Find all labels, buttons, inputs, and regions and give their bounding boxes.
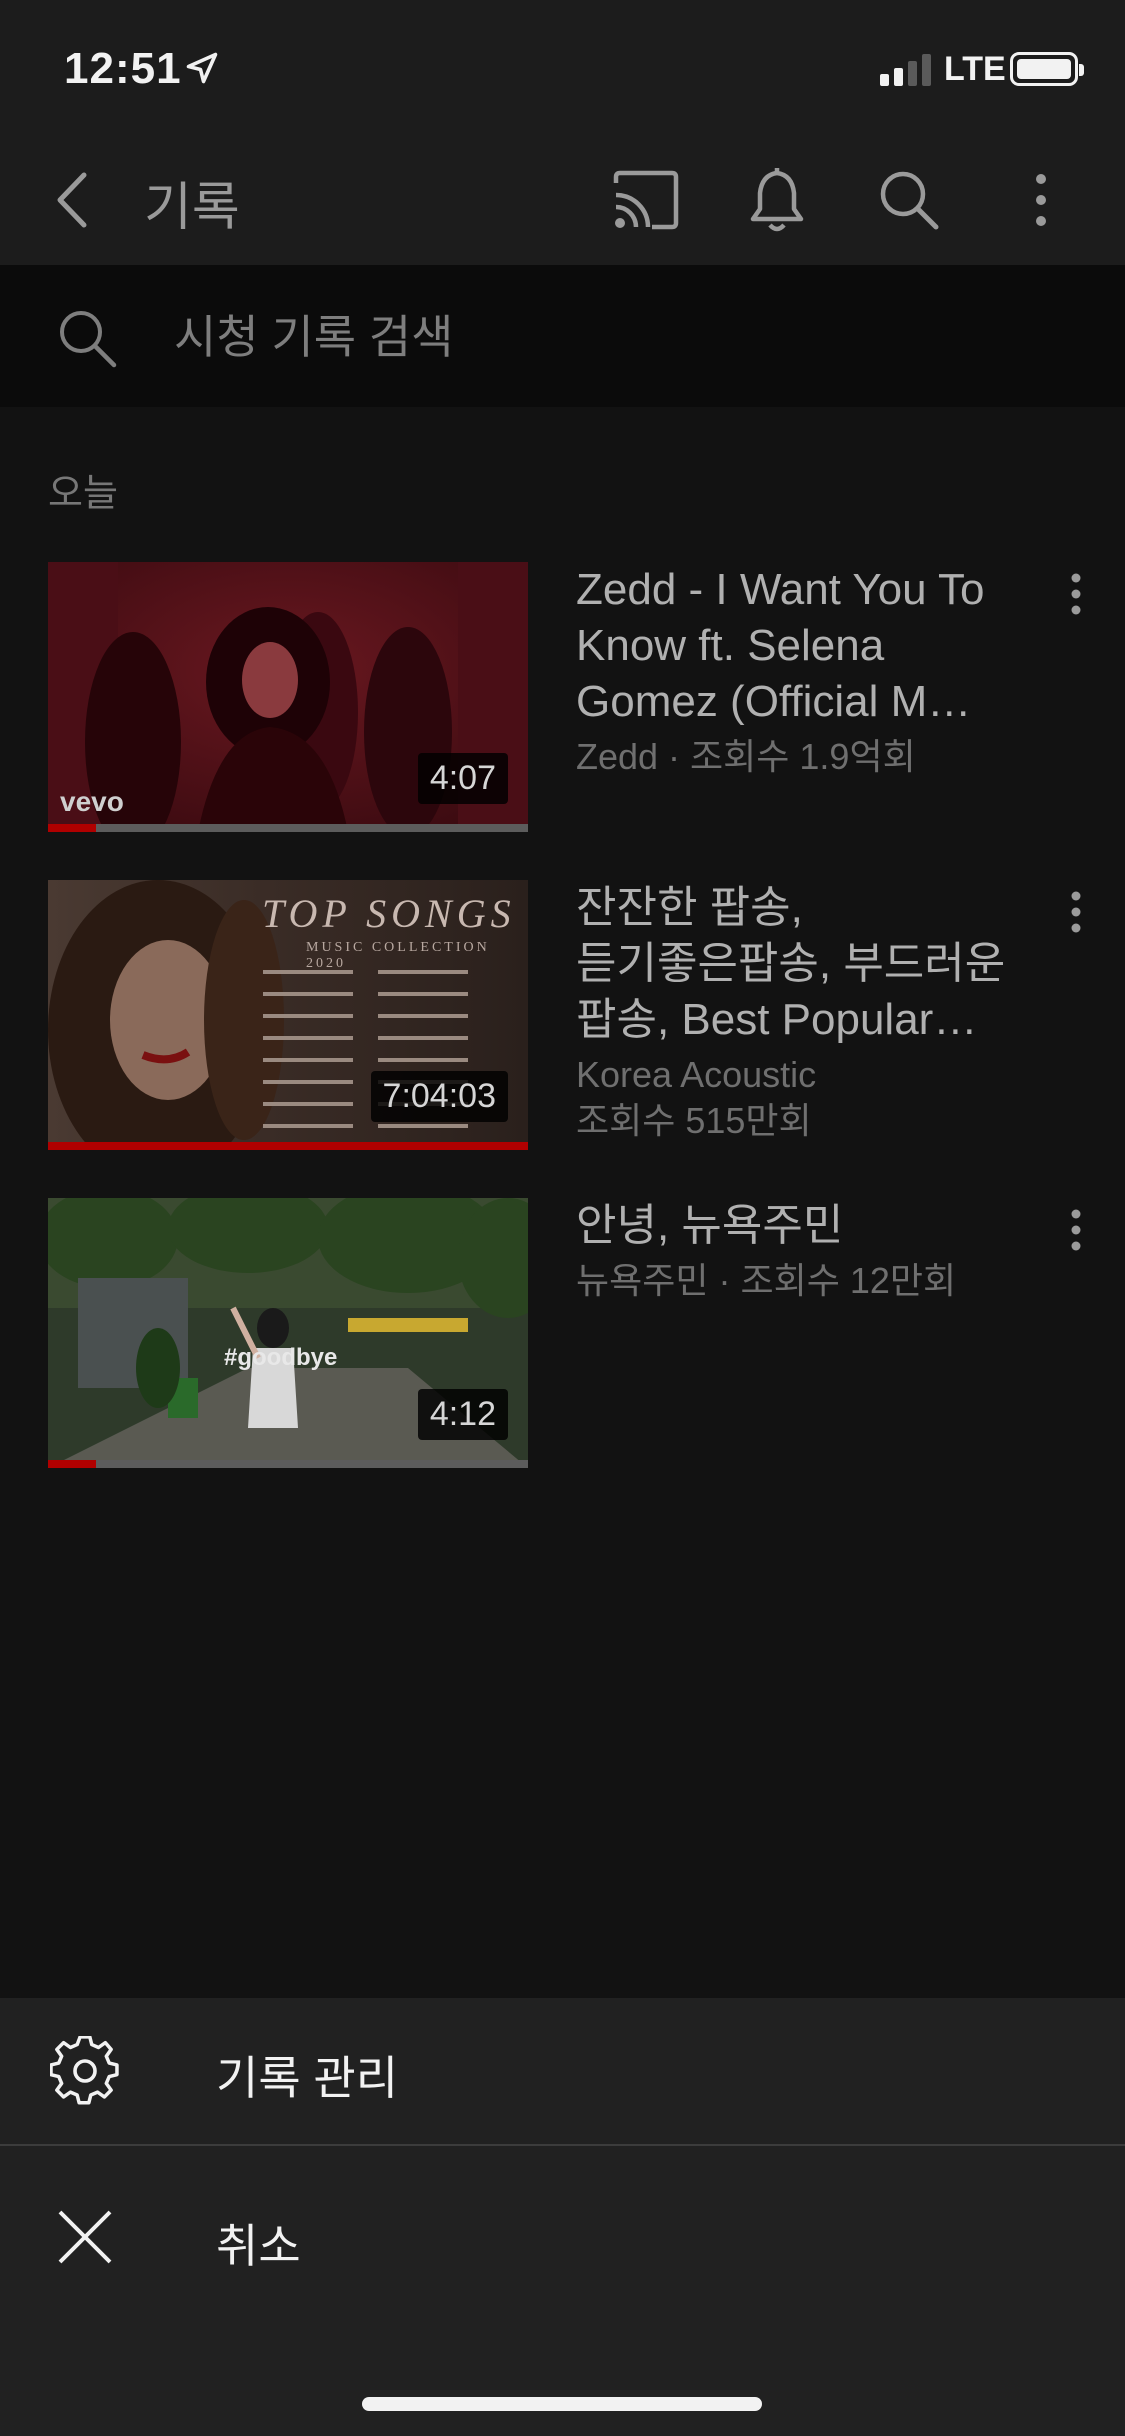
cancel-button[interactable]: 취소 [0, 2146, 1125, 2312]
video-thumbnail[interactable]: vevo 4:07 [48, 562, 528, 832]
app-bar: 기록 [0, 135, 1125, 265]
history-video-item[interactable]: vevo 4:07 Zedd - I Want You To Know ft. … [0, 562, 1125, 834]
status-bar: 12:51 LTE [0, 0, 1125, 135]
watch-progress-fill [48, 824, 96, 832]
thumb-heading: TOP SONGS [262, 891, 516, 936]
video-duration: 7:04:03 [370, 1071, 508, 1122]
watch-progress [48, 824, 528, 832]
cast-icon[interactable] [610, 165, 680, 235]
status-time: 12:51 [64, 44, 182, 93]
history-search-bar [0, 265, 1125, 407]
video-meta: Korea Acoustic 조회수 515만회 [576, 1054, 817, 1141]
home-indicator[interactable] [362, 2397, 762, 2411]
history-video-item[interactable]: TOP SONGS MUSIC COLLECTION 2020 7:04:03 … [0, 880, 1125, 1152]
history-options-sheet: 기록 관리 취소 [0, 1998, 1125, 2436]
manage-history-button[interactable]: 기록 관리 [0, 1998, 1125, 2164]
video-duration: 4:07 [417, 753, 508, 804]
search-icon[interactable] [874, 165, 944, 235]
page-title: 기록 [144, 179, 240, 237]
video-more-vertical-icon[interactable] [1056, 1198, 1096, 1278]
watch-progress-fill [48, 1142, 528, 1150]
search-icon [60, 311, 117, 368]
bell-icon[interactable] [742, 165, 812, 235]
thumb-subheading: MUSIC COLLECTION 2020 [306, 940, 490, 971]
video-title: 잔잔한 팝송, 듣기좋은팝송, 부드러운 팝송, Best Popular… [576, 883, 1006, 1044]
history-video-item[interactable]: #goodbye 4:12 안녕, 뉴욕주민 뉴욕주민 · 조회수 12만회 [0, 1198, 1125, 1470]
manage-history-label: 기록 관리 [216, 2052, 399, 2104]
watch-progress [48, 1142, 528, 1150]
network-type: LTE [944, 50, 1006, 88]
video-title: 안녕, 뉴욕주민 [576, 1201, 844, 1250]
cancel-label: 취소 [216, 2220, 301, 2272]
battery-icon [1010, 52, 1084, 86]
video-thumbnail[interactable]: #goodbye 4:12 [48, 1198, 528, 1468]
watch-progress [48, 1460, 528, 1468]
history-search-input[interactable] [174, 305, 1034, 369]
video-meta: 뉴욕주민 · 조회수 12만회 [576, 1260, 957, 1301]
video-title: Zedd - I Want You To Know ft. Selena Gom… [576, 565, 985, 726]
video-thumbnail[interactable]: TOP SONGS MUSIC COLLECTION 2020 7:04:03 [48, 880, 528, 1150]
signal-strength-icon [880, 52, 936, 86]
video-more-vertical-icon[interactable] [1056, 562, 1096, 642]
video-more-vertical-icon[interactable] [1056, 880, 1096, 960]
location-arrow-icon [186, 52, 218, 84]
vevo-watermark: vevo [60, 786, 124, 817]
more-vertical-icon[interactable] [1006, 165, 1076, 235]
thumb-caption: #goodbye [224, 1344, 338, 1371]
gear-icon [50, 2036, 119, 2105]
video-meta: Zedd · 조회수 1.9억회 [576, 736, 916, 777]
video-duration: 4:12 [417, 1389, 508, 1440]
close-icon [58, 2210, 112, 2264]
back-arrow-icon[interactable] [40, 165, 110, 235]
watch-progress-fill [48, 1460, 96, 1468]
section-heading-today: 오늘 [48, 473, 118, 515]
